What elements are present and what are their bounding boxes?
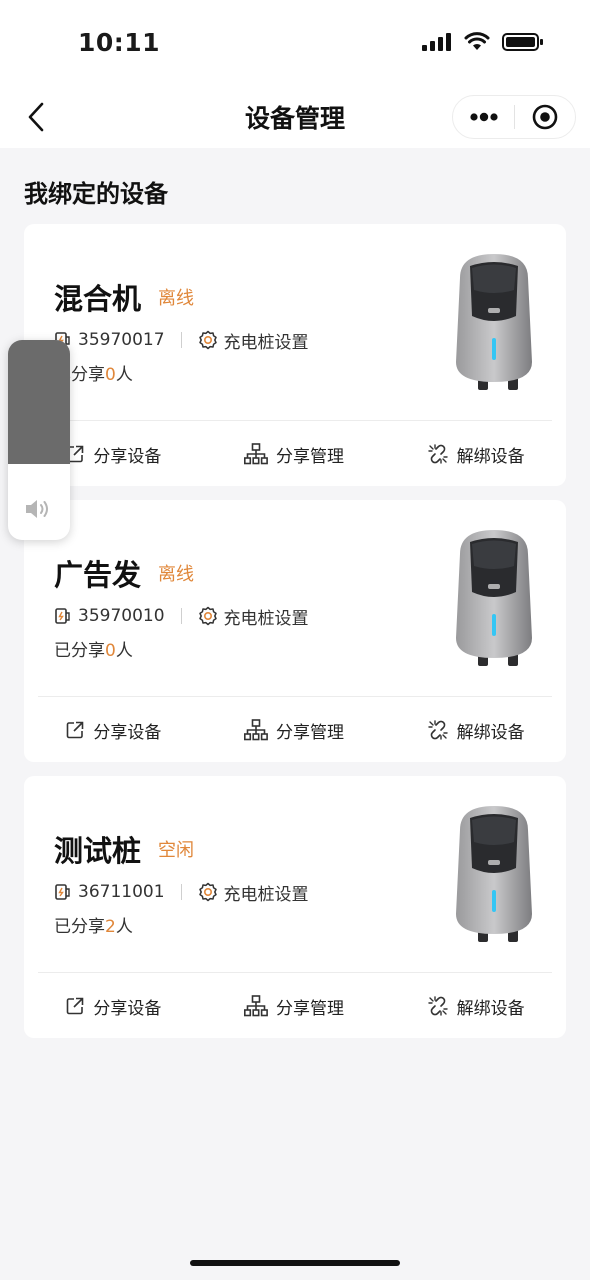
- org-tree-icon: [243, 995, 268, 1017]
- device-status-badge: 离线: [158, 288, 194, 309]
- device-status-badge: 离线: [158, 564, 194, 585]
- charger-image: [456, 530, 532, 666]
- info-divider: [180, 608, 182, 624]
- gear-icon: [198, 330, 218, 350]
- card-divider: [38, 420, 552, 421]
- close-mini-program-button[interactable]: [515, 95, 575, 139]
- share-manage-label: 分享管理: [275, 998, 344, 1019]
- org-tree-icon: [243, 719, 268, 741]
- charger-settings-link[interactable]: 充电桩设置: [224, 880, 309, 905]
- unbind-device-label: 解绑设备: [456, 446, 525, 467]
- unbind-device-button[interactable]: 解绑设备: [427, 442, 525, 467]
- mini-program-capsule: [452, 95, 576, 139]
- share-device-label: 分享设备: [93, 446, 162, 467]
- cellular-signal-icon: [422, 33, 451, 51]
- share-manage-button[interactable]: 分享管理: [243, 718, 344, 743]
- info-divider: [180, 884, 182, 900]
- org-tree-icon: [243, 443, 268, 465]
- card-divider: [38, 696, 552, 697]
- unbind-device-button[interactable]: 解绑设备: [427, 994, 525, 1019]
- info-divider: [180, 332, 182, 348]
- status-time: 10:11: [78, 28, 161, 57]
- card-divider: [38, 972, 552, 973]
- target-close-icon: [532, 104, 558, 130]
- battery-icon: [502, 33, 543, 51]
- charger-image: [456, 806, 532, 942]
- more-dots-icon: [469, 112, 498, 122]
- gear-icon: [198, 882, 218, 902]
- share-suffix: 人: [115, 641, 133, 661]
- share-external-icon: [67, 997, 84, 1015]
- device-name: 混合机: [54, 282, 142, 316]
- share-manage-label: 分享管理: [275, 722, 344, 743]
- share-device-button[interactable]: 分享设备: [65, 718, 161, 743]
- share-count: 2: [105, 917, 116, 937]
- share-prefix: 已分享: [54, 917, 105, 937]
- speaker-icon: [26, 500, 48, 518]
- status-bar: 10:11: [0, 0, 590, 88]
- device-info-row: 35970010 充电桩设置: [54, 604, 309, 629]
- charging-pile-icon: [54, 607, 72, 625]
- share-suffix: 人: [115, 365, 133, 385]
- share-device-label: 分享设备: [93, 722, 162, 743]
- charger-settings-link[interactable]: 充电桩设置: [224, 328, 309, 353]
- unlink-icon: [427, 720, 448, 740]
- share-external-icon: [67, 721, 84, 739]
- gear-icon: [198, 606, 218, 626]
- card-actions: 分享设备 分享管理 解绑设备: [24, 712, 566, 748]
- share-suffix: 人: [115, 917, 133, 937]
- volume-level-fill: [8, 340, 70, 464]
- share-count-row: 已分享0人: [54, 636, 133, 661]
- unbind-device-label: 解绑设备: [456, 998, 525, 1019]
- charging-pile-icon: [54, 883, 72, 901]
- device-info-row: 36711001 充电桩设置: [54, 880, 309, 905]
- share-manage-label: 分享管理: [275, 446, 344, 467]
- charger-settings-link[interactable]: 充电桩设置: [224, 604, 309, 629]
- unbind-device-label: 解绑设备: [456, 722, 525, 743]
- unlink-icon: [427, 996, 448, 1016]
- share-device-button[interactable]: 分享设备: [65, 442, 161, 467]
- status-icons: [422, 32, 544, 52]
- nav-bar: 设备管理: [0, 88, 590, 148]
- home-indicator[interactable]: [190, 1260, 400, 1266]
- card-actions: 分享设备 分享管理 解绑设备: [24, 436, 566, 472]
- section-title: 我绑定的设备: [24, 180, 168, 208]
- device-name: 测试桩: [54, 834, 142, 868]
- unbind-device-button[interactable]: 解绑设备: [427, 718, 525, 743]
- device-id: 36711001: [78, 882, 165, 902]
- device-card: 混合机 离线 35970017 充电桩设置 已分享0人 分享设备 分享管理 解绑…: [24, 224, 566, 486]
- device-card: 广告发 离线 35970010 充电桩设置 已分享0人 分享设备 分享管理 解绑…: [24, 500, 566, 762]
- charger-image: [456, 254, 532, 390]
- share-device-button[interactable]: 分享设备: [65, 994, 161, 1019]
- share-count: 0: [105, 641, 116, 661]
- device-card: 测试桩 空闲 36711001 充电桩设置 已分享2人 分享设备 分享管理 解绑…: [24, 776, 566, 1038]
- card-actions: 分享设备 分享管理 解绑设备: [24, 988, 566, 1024]
- share-count: 0: [105, 365, 116, 385]
- device-id: 35970010: [78, 606, 165, 626]
- share-device-label: 分享设备: [93, 998, 162, 1019]
- unlink-icon: [427, 444, 448, 464]
- device-status-badge: 空闲: [158, 840, 194, 861]
- device-name: 广告发: [54, 558, 142, 592]
- volume-slider[interactable]: [8, 340, 70, 540]
- device-info-row: 35970017 充电桩设置: [54, 328, 309, 353]
- device-id: 35970017: [78, 330, 165, 350]
- share-manage-button[interactable]: 分享管理: [243, 442, 344, 467]
- share-manage-button[interactable]: 分享管理: [243, 994, 344, 1019]
- more-button[interactable]: [453, 95, 514, 139]
- wifi-icon: [464, 32, 490, 50]
- share-count-row: 已分享2人: [54, 912, 133, 937]
- share-prefix: 已分享: [54, 641, 105, 661]
